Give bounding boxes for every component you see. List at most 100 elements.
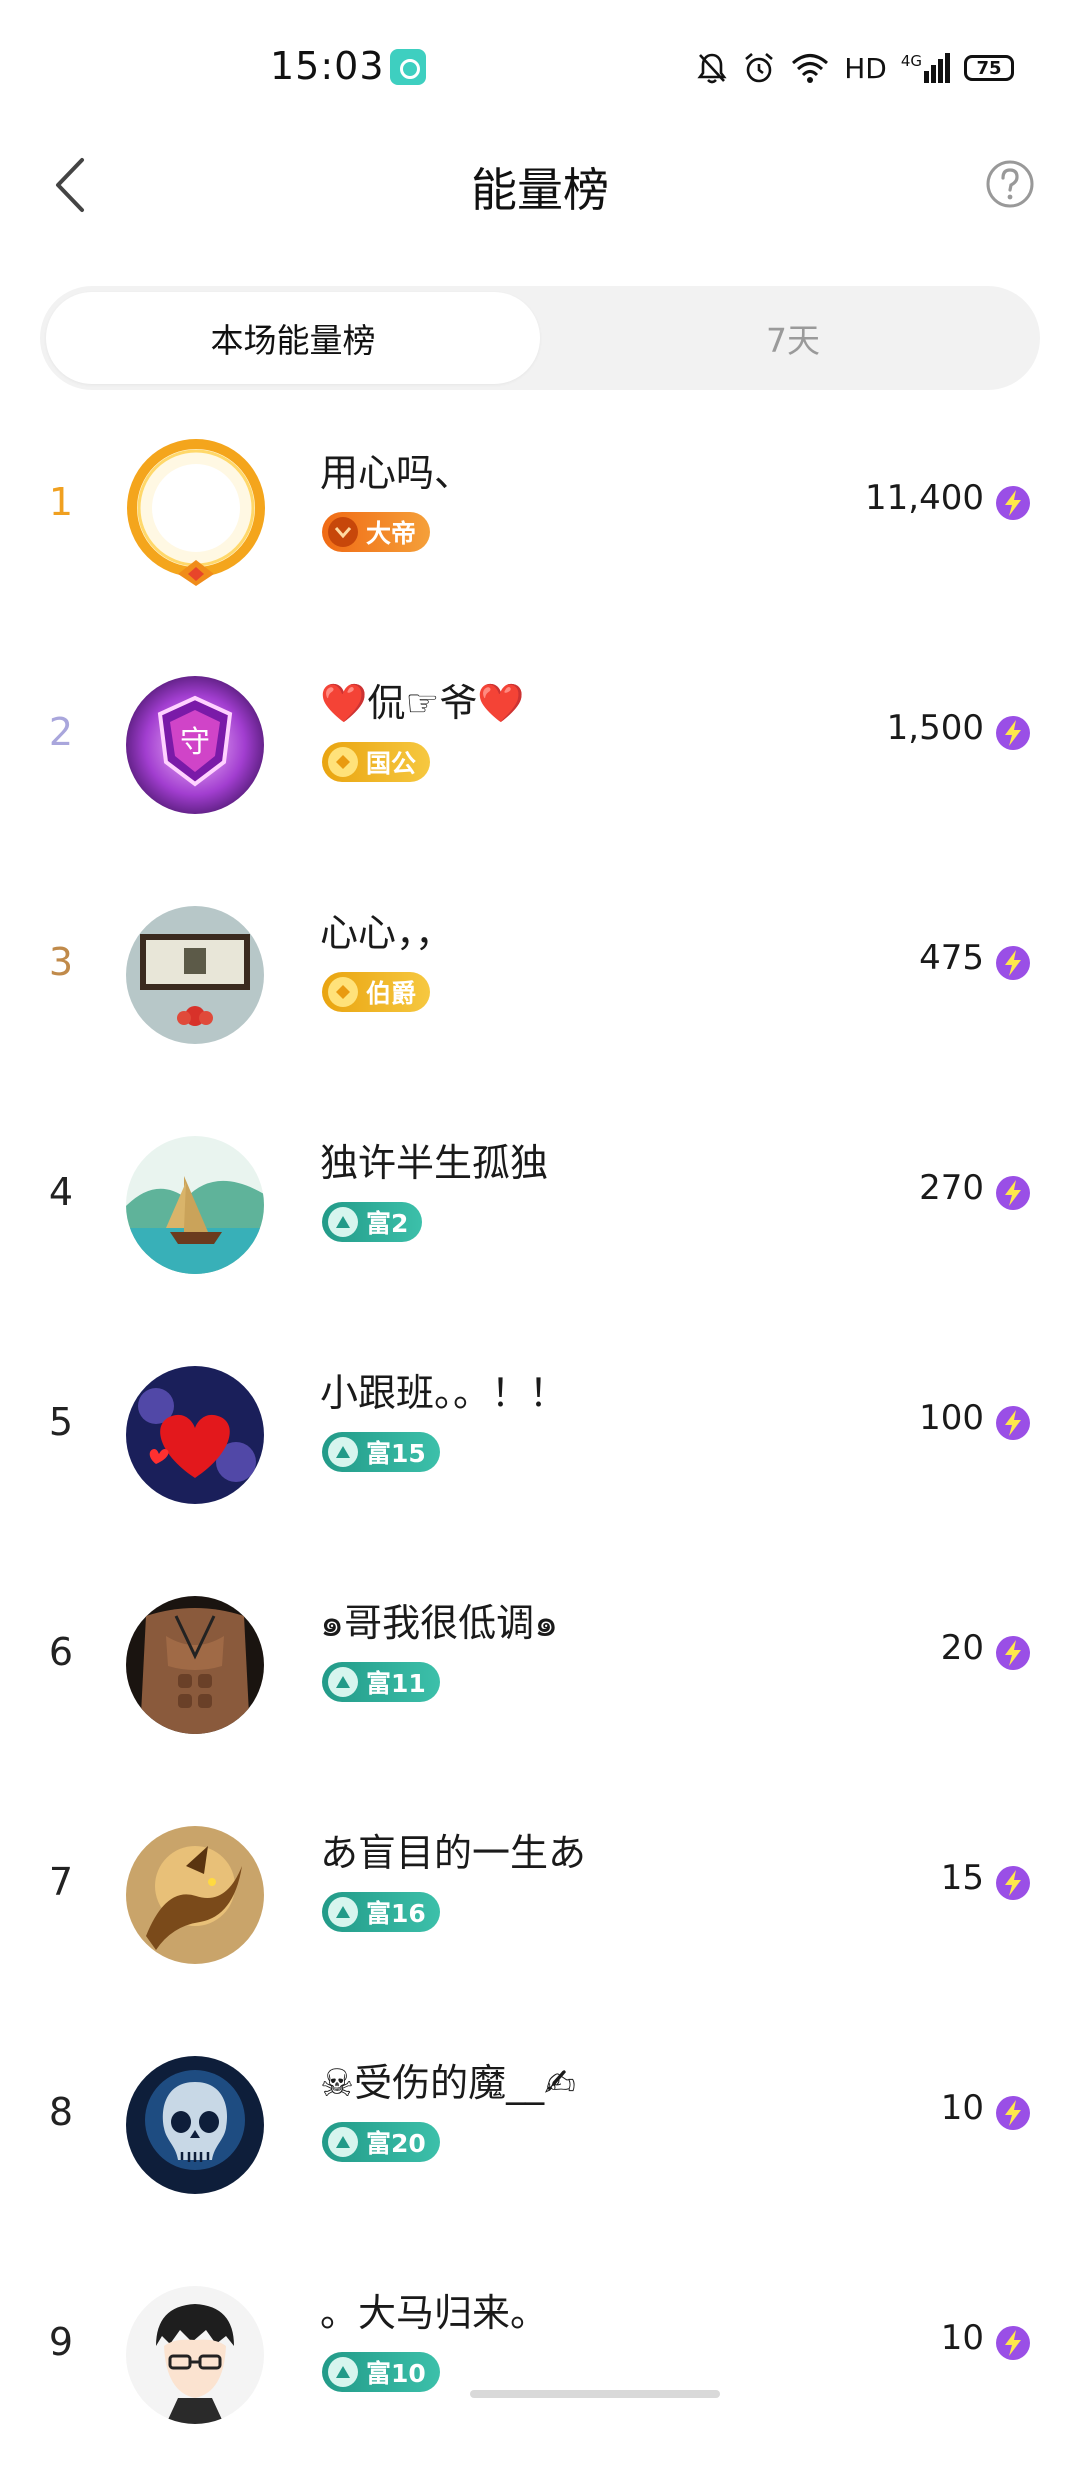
muscular-torso-avatar-icon	[126, 1596, 264, 1734]
user-name: ❤️侃☞爷❤️	[320, 681, 525, 725]
energy-bolt-icon	[996, 486, 1030, 520]
triangle-badge-icon	[328, 1897, 358, 1927]
home-indicator[interactable]	[470, 2390, 720, 2398]
energy-score: 11,400	[865, 478, 984, 518]
avatar[interactable]	[118, 436, 274, 592]
header: 能量榜	[0, 130, 1080, 240]
energy-bolt-icon	[996, 1406, 1030, 1440]
badge-label: 富16	[366, 1899, 426, 1928]
level-badge: 富16	[322, 1892, 440, 1932]
user-name: ๑哥我很低调๑	[320, 1601, 559, 1645]
avatar[interactable]	[126, 2056, 264, 2194]
energy-score: 270	[919, 1168, 984, 1208]
mute-bell-icon	[697, 53, 727, 84]
badge-label: 富2	[366, 1209, 409, 1238]
svg-text:守: 守	[180, 725, 210, 760]
triangle-badge-icon	[328, 1667, 358, 1697]
avatar[interactable]	[126, 1136, 264, 1274]
avatar[interactable]	[126, 1596, 264, 1734]
level-badge: 富20	[322, 2122, 440, 2162]
energy-bolt-icon	[996, 1636, 1030, 1670]
energy-bolt-icon	[996, 716, 1030, 750]
rank-number: 6	[48, 1630, 74, 1674]
status-bar: 15:03 HD 4G 75	[0, 0, 1080, 130]
level-badge: 国公	[322, 742, 431, 782]
wifi-icon	[792, 54, 829, 83]
badge-label: 富10	[366, 2359, 426, 2388]
rank-number: 8	[48, 2090, 74, 2134]
level-badge: 富15	[322, 1432, 440, 1472]
guardian-avatar-icon: 守	[126, 676, 264, 814]
user-name: 小跟班。。！！	[320, 1371, 568, 1415]
diamond-badge-icon	[328, 977, 358, 1007]
list-item[interactable]: 3 心心，， 伯爵 475	[0, 870, 1080, 1100]
tab-bar: 本场能量榜 7天	[40, 286, 1040, 390]
badge-label: 伯爵	[366, 979, 417, 1008]
level-badge: 富2	[322, 1202, 423, 1242]
skull-avatar-icon	[126, 2056, 264, 2194]
crown-badge-icon	[328, 517, 358, 547]
network-type: 4G	[900, 52, 922, 70]
energy-score: 475	[919, 938, 984, 978]
energy-bolt-icon	[996, 2326, 1030, 2360]
energy-score: 15	[940, 1858, 984, 1898]
list-item[interactable]: 1 用心吗、 大帝 11,400	[0, 410, 1080, 640]
tab-7-days[interactable]: 7天	[546, 286, 1040, 390]
avatar[interactable]	[126, 1826, 264, 1964]
anime-boy-avatar-icon	[126, 2286, 264, 2424]
list-item[interactable]: 5 小跟班。。！！ 富15 100	[0, 1330, 1080, 1560]
energy-bolt-icon	[996, 946, 1030, 980]
triangle-badge-icon	[328, 2357, 358, 2387]
list-item[interactable]: 6 ๑哥我很低调๑ 富11 20	[0, 1560, 1080, 1790]
list-item[interactable]: 9 。大马归来。 富10 10	[0, 2250, 1080, 2480]
cellular-signal-icon: 4G	[901, 53, 950, 83]
user-name: あ盲目的一生あ	[320, 1831, 587, 1875]
user-name: 独许半生孤独	[320, 1141, 549, 1185]
ranking-list: 1 用心吗、 大帝 11,400 2 守 ❤️侃☞爷❤️ 国公 1,500 3 …	[0, 410, 1080, 2480]
avatar[interactable]	[126, 1366, 264, 1504]
list-item[interactable]: 2 守 ❤️侃☞爷❤️ 国公 1,500	[0, 640, 1080, 870]
diamond-badge-icon	[328, 747, 358, 777]
list-item[interactable]: 7 あ盲目的一生あ 富16 15	[0, 1790, 1080, 2020]
avatar[interactable]	[126, 2286, 264, 2424]
level-badge: 大帝	[322, 512, 431, 552]
status-icons: HD 4G 75	[696, 48, 1014, 88]
page-title: 能量榜	[471, 163, 609, 217]
user-name: 。大马归来。	[320, 2291, 549, 2335]
rank-number: 3	[48, 940, 74, 984]
list-item[interactable]: 4 独许半生孤独 富2 270	[0, 1100, 1080, 1330]
energy-bolt-icon	[996, 2096, 1030, 2130]
energy-score: 10	[940, 2318, 984, 2358]
rank-number: 9	[48, 2320, 74, 2364]
rank-number: 1	[48, 480, 74, 524]
user-name: ☠受伤的魔__✍	[320, 2061, 576, 2105]
badge-label: 国公	[366, 749, 417, 778]
level-badge: 伯爵	[322, 972, 431, 1012]
gold-frame-avatar-icon	[127, 439, 265, 586]
network-label: HD	[844, 51, 887, 85]
sailboat-landscape-avatar-icon	[126, 1136, 264, 1274]
avatar[interactable]: 守	[126, 676, 264, 814]
rank-number: 7	[48, 1860, 74, 1904]
avatar[interactable]	[126, 906, 264, 1044]
energy-bolt-icon	[996, 1866, 1030, 1900]
energy-score: 100	[919, 1398, 984, 1438]
badge-label: 富20	[366, 2129, 426, 2158]
rank-number: 5	[48, 1400, 74, 1444]
triangle-badge-icon	[328, 1207, 358, 1237]
triangle-badge-icon	[328, 1437, 358, 1467]
badge-label: 大帝	[366, 519, 417, 548]
help-button[interactable]	[980, 154, 1040, 214]
status-time: 15:03	[270, 44, 385, 88]
badge-label: 富15	[366, 1439, 426, 1468]
tab-current-session[interactable]: 本场能量榜	[46, 292, 540, 384]
list-item[interactable]: 8 ☠受伤的魔__✍ 富20 10	[0, 2020, 1080, 2250]
user-name: 心心，，	[320, 911, 454, 955]
rank-number: 4	[48, 1170, 74, 1214]
app-notification-icon	[390, 49, 426, 85]
triangle-badge-icon	[328, 2127, 358, 2157]
user-name: 用心吗、	[320, 451, 473, 495]
energy-score: 1,500	[886, 708, 984, 748]
calligraphy-frame-avatar-icon	[126, 906, 264, 1044]
battery-indicator: 75	[964, 55, 1014, 81]
